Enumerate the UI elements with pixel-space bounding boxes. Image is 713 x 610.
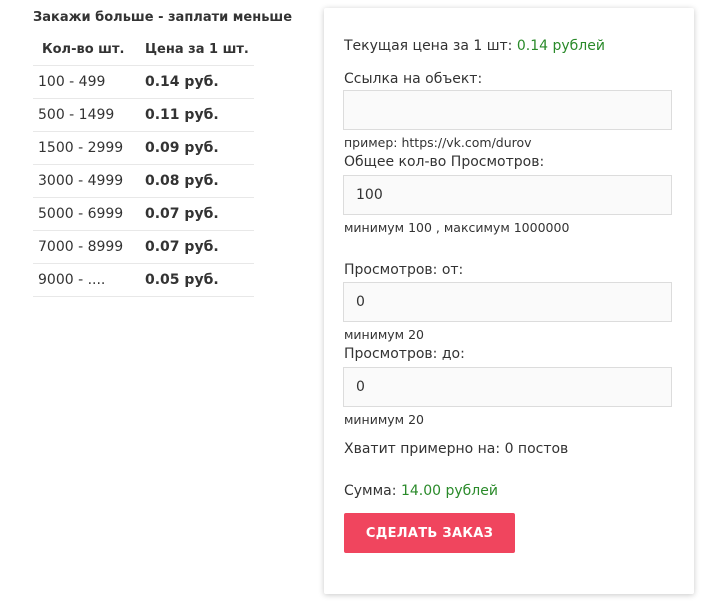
table-row: 3000 - 4999 0.08 руб. — [33, 164, 254, 198]
views-to-input[interactable] — [343, 367, 672, 407]
views-label: Общее кол-во Просмотров: — [344, 154, 545, 170]
current-price-value: 0.14 рублей — [516, 38, 605, 54]
row-qty: 3000 - 4999 — [33, 164, 145, 198]
enough-label: Хватит примерно на: — [344, 441, 501, 457]
from-hint: минимум 20 — [344, 327, 424, 342]
table-row: 100 - 499 0.14 руб. — [33, 65, 254, 99]
views-from-input[interactable] — [343, 282, 672, 322]
table-row: 9000 - .... 0.05 руб. — [33, 263, 254, 297]
row-price: 0.11 руб. — [145, 98, 254, 132]
order-form-card: Текущая цена за 1 шт: 0.14 рублей Ссылка… — [324, 8, 694, 594]
enough-value: 0 постов — [504, 441, 569, 457]
row-qty: 100 - 499 — [33, 65, 145, 99]
table-row: 5000 - 6999 0.07 руб. — [33, 197, 254, 231]
pricing-panel: Закажи больше - заплати меньше Кол-во шт… — [33, 8, 305, 297]
enough-row: Хватит примерно на: 0 постов — [344, 441, 568, 457]
pricing-header-row: Кол-во шт. Цена за 1 шт. — [33, 34, 254, 66]
header-price: Цена за 1 шт. — [145, 34, 254, 66]
row-qty: 1500 - 2999 — [33, 131, 145, 165]
row-qty: 500 - 1499 — [33, 98, 145, 132]
current-price-row: Текущая цена за 1 шт: 0.14 рублей — [344, 38, 605, 54]
pricing-title: Закажи больше - заплати меньше — [33, 10, 293, 25]
link-input[interactable] — [343, 90, 672, 130]
submit-order-button[interactable]: СДЕЛАТЬ ЗАКАЗ — [344, 513, 515, 553]
sum-value: 14.00 рублей — [400, 483, 498, 499]
link-hint: пример: https://vk.com/durov — [344, 135, 532, 150]
table-row: 500 - 1499 0.11 руб. — [33, 98, 254, 132]
row-qty: 9000 - .... — [33, 263, 145, 297]
from-label: Просмотров: от: — [344, 262, 464, 278]
row-price: 0.08 руб. — [145, 164, 254, 198]
header-qty: Кол-во шт. — [33, 34, 145, 66]
row-qty: 7000 - 8999 — [33, 230, 145, 264]
table-row: 1500 - 2999 0.09 руб. — [33, 131, 254, 165]
to-label: Просмотров: до: — [344, 346, 465, 362]
row-price: 0.14 руб. — [145, 65, 254, 99]
link-label: Ссылка на объект: — [344, 71, 483, 87]
page: Закажи больше - заплати меньше Кол-во шт… — [0, 0, 713, 610]
row-qty: 5000 - 6999 — [33, 197, 145, 231]
table-row: 7000 - 8999 0.07 руб. — [33, 230, 254, 264]
sum-label: Сумма: — [344, 483, 397, 499]
views-input[interactable] — [343, 175, 672, 215]
current-price-label: Текущая цена за 1 шт: — [344, 38, 513, 54]
views-hint: минимум 100 , максимум 1000000 — [344, 220, 570, 235]
row-price: 0.07 руб. — [145, 197, 254, 231]
pricing-table: Кол-во шт. Цена за 1 шт. 100 - 499 0.14 … — [33, 34, 254, 297]
sum-row: Сумма: 14.00 рублей — [344, 483, 498, 499]
to-hint: минимум 20 — [344, 412, 424, 427]
row-price: 0.07 руб. — [145, 230, 254, 264]
row-price: 0.05 руб. — [145, 263, 254, 297]
row-price: 0.09 руб. — [145, 131, 254, 165]
